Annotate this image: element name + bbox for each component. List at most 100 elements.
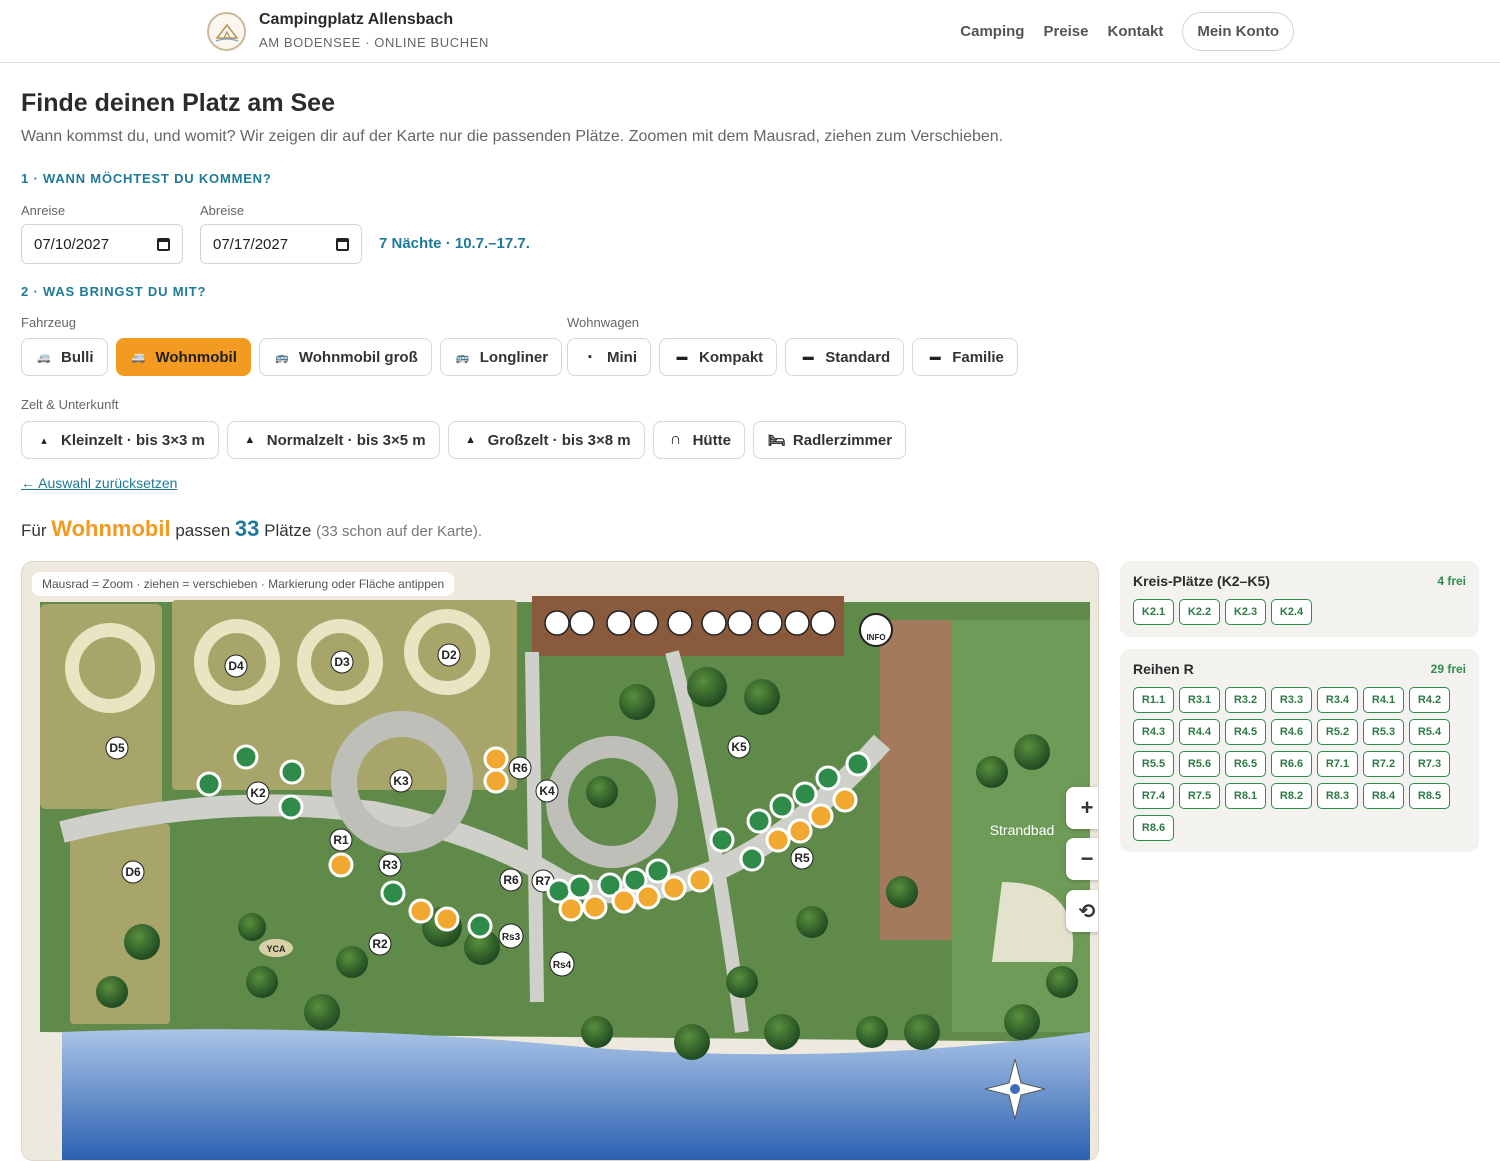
spot-tag[interactable]: R6.6 [1271, 751, 1312, 777]
nav-kontakt[interactable]: Kontakt [1108, 23, 1164, 40]
calendar-icon[interactable] [336, 237, 349, 251]
spot-tag[interactable]: R5.3 [1363, 719, 1404, 745]
label-r6-south[interactable]: R6 [499, 868, 523, 892]
chip-kompakt[interactable]: ▬ Kompakt [659, 338, 778, 376]
chip-label: Wohnmobil groß [298, 348, 418, 366]
svg-text:K2: K2 [250, 786, 266, 800]
spot-tag[interactable]: K2.2 [1179, 599, 1220, 625]
spot-tag[interactable]: R4.1 [1363, 687, 1404, 713]
spot-tag[interactable]: R7.4 [1133, 783, 1174, 809]
spot-tag[interactable]: R3.1 [1179, 687, 1220, 713]
label-d6[interactable]: D6 [121, 860, 145, 884]
chip-huette[interactable]: ∩ Hütte [652, 421, 745, 459]
spot-tag[interactable]: R8.2 [1271, 783, 1312, 809]
reset-view-icon[interactable]: ⟲ [1066, 890, 1098, 932]
caravan-icon: ▬ [929, 351, 941, 363]
spot-tags: R1.1 R3.1 R3.2 R3.3 R3.4 R4.1 R4.2 R4.3 R4.4 R4.5… [1133, 687, 1466, 841]
arrival-date-input[interactable]: 07/10/2027 [21, 224, 183, 264]
spot-tag[interactable]: R5.5 [1133, 751, 1174, 777]
hut-icon: ∩ [669, 431, 682, 448]
spot-tag[interactable]: K2.4 [1271, 599, 1312, 625]
svg-text:K4: K4 [539, 784, 555, 798]
svg-text:R6: R6 [503, 873, 519, 887]
spot-tag[interactable]: R8.4 [1363, 783, 1404, 809]
zoom-out-button[interactable]: − [1066, 838, 1098, 880]
spot-tag[interactable]: R3.2 [1225, 687, 1266, 713]
spot-tag[interactable]: R4.4 [1179, 719, 1220, 745]
chip-normalzelt[interactable]: ▲ Normalzelt · bis 3×5 m [226, 421, 440, 459]
label-d3[interactable]: D3 [330, 650, 354, 674]
label-k2[interactable]: K2 [246, 781, 270, 805]
spot-tag[interactable]: R4.2 [1409, 687, 1450, 713]
reset-selection-link[interactable]: ← Auswahl zurücksetzen [21, 475, 177, 491]
spot-tag[interactable]: R3.4 [1317, 687, 1358, 713]
nav-preise[interactable]: Preise [1043, 23, 1088, 40]
label-r2[interactable]: R2 [368, 932, 392, 956]
chip-wohnmobil[interactable]: 🚐 Wohnmobil [115, 338, 251, 376]
brand-title[interactable]: Campingplatz Allensbach [259, 11, 453, 29]
tent-logo-icon [214, 23, 239, 42]
label-rs4[interactable]: Rs4 [549, 951, 575, 977]
label-d5[interactable]: D5 [105, 736, 129, 760]
svg-text:R1: R1 [333, 833, 349, 847]
chip-grosszelt[interactable]: ▲ Großzelt · bis 3×8 m [447, 421, 645, 459]
chip-radlerzimmer[interactable]: 🛏 Radlerzimmer [752, 421, 907, 459]
chip-kleinzelt[interactable]: ▴ Kleinzelt · bis 3×3 m [21, 421, 219, 459]
spot-tag[interactable]: R5.2 [1317, 719, 1358, 745]
chip-familie[interactable]: ▬ Familie [912, 338, 1018, 376]
spot-tag[interactable]: R7.3 [1409, 751, 1450, 777]
motorhome-icon: 🚐 [131, 351, 146, 364]
spot-tag[interactable]: K2.1 [1133, 599, 1174, 625]
lake-area [62, 1029, 1090, 1160]
label-rs3[interactable]: Rs3 [498, 923, 524, 949]
label-info[interactable]: INFO [859, 613, 893, 647]
label-k3[interactable]: K3 [389, 769, 413, 793]
label-d2[interactable]: D2 [437, 643, 461, 667]
account-button[interactable]: Mein Konto [1182, 12, 1294, 51]
spot-tag[interactable]: R8.3 [1317, 783, 1358, 809]
chip-standard[interactable]: ▬ Standard [785, 338, 905, 376]
spot-tag[interactable]: R8.1 [1225, 783, 1266, 809]
spot-tag[interactable]: R8.6 [1133, 815, 1174, 841]
spot-tag[interactable]: R4.6 [1271, 719, 1312, 745]
chip-wohnmobil-gross[interactable]: 🚌 Wohnmobil groß [258, 338, 432, 376]
spot-tag[interactable]: R1.1 [1133, 687, 1174, 713]
map-hint: Mausrad = Zoom · ziehen = verschieben · … [32, 572, 455, 596]
svg-text:YCA: YCA [266, 944, 286, 954]
label-yca[interactable]: YCA [259, 939, 293, 957]
departure-date-input[interactable]: 07/17/2027 [200, 224, 362, 264]
label-k4[interactable]: K4 [535, 779, 559, 803]
chip-mini[interactable]: ▪ Mini [567, 338, 651, 376]
label-k5[interactable]: K5 [727, 735, 751, 759]
spot-tag[interactable]: R5.4 [1409, 719, 1450, 745]
spot-tag[interactable]: R3.3 [1271, 687, 1312, 713]
label-d4[interactable]: D4 [224, 654, 248, 678]
chip-bulli[interactable]: 🚐 Bulli [21, 338, 108, 376]
nav-camping[interactable]: Camping [960, 23, 1024, 40]
result-note: (33 schon auf der Karte). [316, 523, 483, 540]
spot-tag[interactable]: R8.5 [1409, 783, 1450, 809]
panel-free-count: 29 frei [1430, 662, 1466, 676]
spot-tag[interactable]: R7.1 [1317, 751, 1358, 777]
zoom-in-button[interactable]: + [1066, 787, 1098, 829]
calendar-icon[interactable] [157, 237, 170, 251]
campground-logo[interactable] [207, 12, 246, 51]
label-r5[interactable]: R5 [790, 846, 814, 870]
campground-map[interactable]: Mausrad = Zoom · ziehen = verschieben · … [21, 561, 1099, 1161]
label-r1[interactable]: R1 [329, 828, 353, 852]
top-bar: Campingplatz Allensbach AM BODENSEE · ON… [0, 0, 1500, 63]
chip-longliner[interactable]: 🚌 Longliner [439, 338, 563, 376]
map-canvas[interactable]: D5 D4 D3 D2 D6 K2 K3 K4 K5 R1 R3 R2 R5 R… [22, 562, 1099, 1161]
caravan-icon: ▬ [676, 351, 688, 363]
spot-tag[interactable]: R4.3 [1133, 719, 1174, 745]
spot-tag[interactable]: R7.2 [1363, 751, 1404, 777]
spot-tag[interactable]: R6.5 [1225, 751, 1266, 777]
label-r3[interactable]: R3 [378, 853, 402, 877]
step1-heading: 1 · WANN MÖCHTEST DU KOMMEN? [21, 171, 272, 186]
svg-text:R5: R5 [794, 851, 810, 865]
spot-tag[interactable]: R7.5 [1179, 783, 1220, 809]
spot-tag[interactable]: R5.6 [1179, 751, 1220, 777]
spot-tag[interactable]: R4.5 [1225, 719, 1266, 745]
spot-tag[interactable]: K2.3 [1225, 599, 1266, 625]
label-r6[interactable]: R6 [508, 756, 532, 780]
